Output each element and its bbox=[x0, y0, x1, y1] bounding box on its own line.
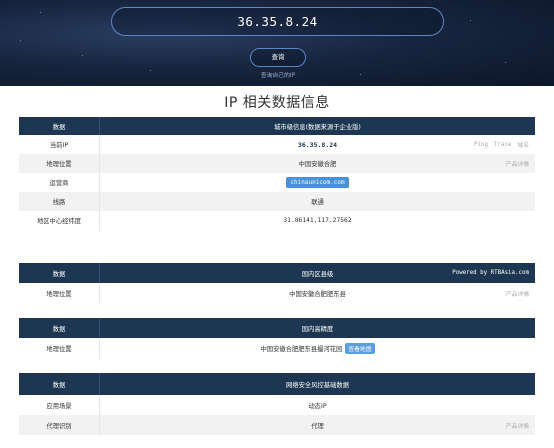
table-row: 应用场景 动态IP bbox=[19, 395, 535, 415]
row-value: 31.86141,117.27562 bbox=[100, 211, 535, 230]
star-decoration bbox=[360, 74, 361, 75]
row-value: 动态IP bbox=[100, 395, 535, 415]
county-location-value: 中国安徽合肥肥东县 bbox=[289, 290, 346, 298]
isp-chip[interactable]: chinaunicom.com bbox=[286, 177, 349, 188]
view-map-button[interactable]: 查看地图 bbox=[345, 342, 375, 354]
section-header: 数据 国内高精度 bbox=[19, 318, 535, 338]
section-header: 数据 网络安全风控基础数据 bbox=[19, 373, 535, 395]
table-row: 地区中心经纬度 31.86141,117.27562 bbox=[19, 211, 535, 230]
star-decoration bbox=[150, 70, 151, 71]
precise-location-value: 中国安徽合肥肥东县撮河花园 bbox=[260, 345, 343, 353]
row-label: 地理位置 bbox=[19, 154, 100, 173]
row-label: 当前IP bbox=[19, 135, 100, 154]
table-row: 地理位置 中国安徽合肥肥东县撮河花园 查看地图 bbox=[19, 338, 535, 358]
header-title: 国内区县级 Powered by RTBAsia.com bbox=[100, 263, 535, 283]
line-value: 联通 bbox=[311, 199, 324, 206]
county-info-section: 数据 国内区县级 Powered by RTBAsia.com 地理位置 中国安… bbox=[19, 263, 535, 303]
star-decoration bbox=[40, 12, 41, 13]
star-decoration bbox=[82, 55, 83, 56]
header-label: 数据 bbox=[19, 117, 100, 135]
table-row: 地理位置 中国安徽合肥肥东县 产品详情 bbox=[19, 283, 535, 303]
table-row: 线路 联通 bbox=[19, 192, 535, 211]
star-decoration bbox=[505, 62, 506, 63]
table-row: 代理识别 代理 产品详情 bbox=[19, 415, 535, 435]
city-info-section: 数据 城市级信息(数据来源于企业版) 当前IP 36.35.8.24 Ping … bbox=[19, 117, 535, 230]
location-value: 中国安徽合肥 bbox=[298, 161, 337, 168]
domain-link[interactable]: 域名 bbox=[517, 140, 529, 149]
proxy-value: 代理 bbox=[311, 422, 324, 430]
ping-link[interactable]: Ping bbox=[474, 142, 488, 148]
row-label: 应用场景 bbox=[19, 395, 100, 415]
trace-link[interactable]: Trace bbox=[494, 142, 511, 148]
row-value: 联通 bbox=[100, 192, 535, 211]
row-value: 中国安徽合肥肥东县 产品详情 bbox=[100, 283, 535, 303]
header-label: 数据 bbox=[19, 318, 100, 338]
scene-value: 动态IP bbox=[308, 402, 327, 410]
row-label: 线路 bbox=[19, 192, 100, 211]
page-title: IP 相关数据信息 bbox=[224, 95, 330, 111]
row-label: 地区中心经纬度 bbox=[19, 211, 100, 230]
product-detail-link[interactable]: 产品详情 bbox=[506, 159, 529, 168]
product-detail-link[interactable]: 产品详情 bbox=[506, 421, 529, 430]
row-value: 代理 产品详情 bbox=[100, 415, 535, 435]
row-label: 代理识别 bbox=[19, 415, 100, 435]
table-row: 当前IP 36.35.8.24 Ping Trace 域名 bbox=[19, 135, 535, 154]
row-label: 运营商 bbox=[19, 173, 100, 192]
header-title: 网络安全风控基础数据 bbox=[286, 381, 349, 389]
row-label: 地理位置 bbox=[19, 283, 100, 303]
current-ip-value: 36.35.8.24 bbox=[297, 140, 338, 149]
star-decoration bbox=[20, 40, 21, 41]
row-value: chinaunicom.com bbox=[100, 173, 535, 192]
ip-tools: Ping Trace 域名 bbox=[474, 135, 529, 154]
table-row: 运营商 chinaunicom.com bbox=[19, 173, 535, 192]
section-header: 数据 城市级信息(数据来源于企业版) bbox=[19, 117, 535, 135]
row-label: 地理位置 bbox=[19, 338, 100, 358]
query-button[interactable]: 查询 bbox=[250, 48, 306, 67]
product-detail-link[interactable]: 产品详情 bbox=[506, 289, 529, 298]
coords-value: 31.86141,117.27562 bbox=[283, 217, 352, 224]
header-title: 城市级信息(数据来源于企业版) bbox=[274, 123, 361, 131]
security-data-section: 数据 网络安全风控基础数据 应用场景 动态IP 代理识别 代理 产品详情 bbox=[19, 373, 535, 435]
ip-search-input[interactable]: 36.35.8.24 bbox=[111, 7, 444, 36]
table-row: 地理位置 中国安徽合肥 产品详情 bbox=[19, 154, 535, 173]
header-label: 数据 bbox=[19, 263, 100, 283]
header-title-text: 国内区县级 bbox=[301, 270, 334, 278]
powered-by-link[interactable]: Powered by RTBAsia.com bbox=[452, 263, 529, 283]
star-decoration bbox=[470, 20, 471, 21]
row-value: 中国安徽合肥肥东县撮河花园 查看地图 bbox=[100, 338, 535, 358]
query-self-ip-link[interactable]: 查询自己的IP bbox=[230, 70, 326, 79]
hero-banner: 36.35.8.24 查询 查询自己的IP bbox=[0, 0, 554, 86]
row-value: 36.35.8.24 Ping Trace 域名 bbox=[100, 135, 535, 154]
header-title: 国内高精度 bbox=[301, 325, 334, 333]
header-label: 数据 bbox=[19, 373, 100, 395]
section-header: 数据 国内区县级 Powered by RTBAsia.com bbox=[19, 263, 535, 283]
high-precision-section: 数据 国内高精度 地理位置 中国安徽合肥肥东县撮河花园 查看地图 bbox=[19, 318, 535, 358]
row-value: 中国安徽合肥 产品详情 bbox=[100, 154, 535, 173]
